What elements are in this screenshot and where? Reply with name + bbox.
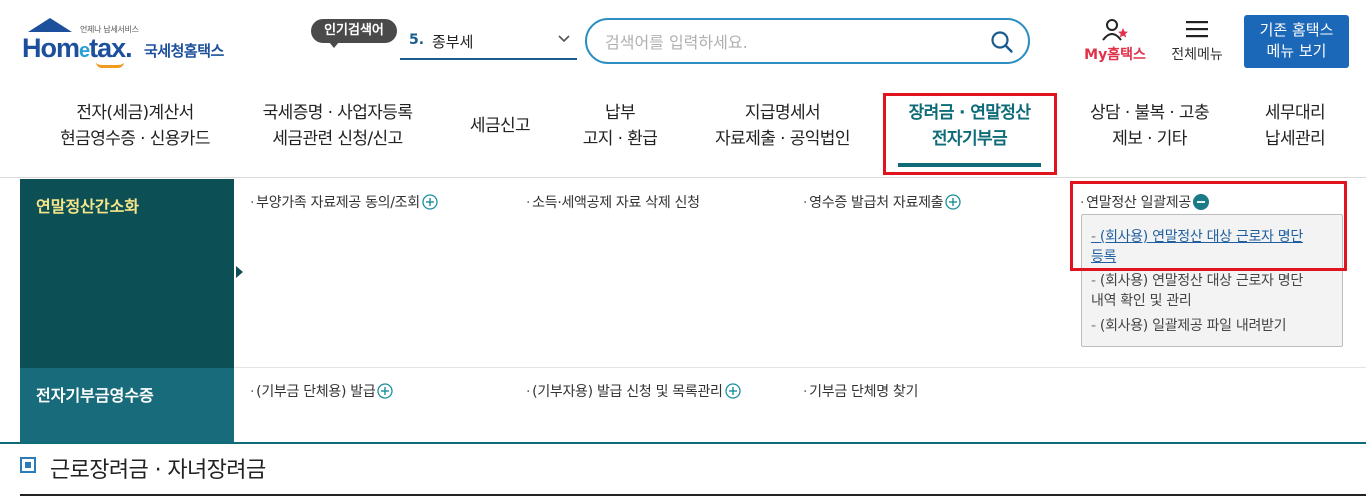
link-donation-issue[interactable]: · (기부금 단체용) 발급 — [250, 381, 394, 401]
link-deduction-delete-request[interactable]: · 소득·세액공제 자료 삭제 신청 — [526, 192, 700, 212]
submenu-item-label: 내역 확인 및 관리 — [1091, 293, 1192, 309]
plus-circle-icon[interactable] — [422, 194, 438, 210]
nav-highlight-box — [883, 93, 1057, 175]
dash: - — [1091, 273, 1100, 289]
logo-swoosh — [96, 62, 124, 68]
bullet: · — [803, 384, 808, 400]
logo-korean-name: 국세청홈택스 — [144, 42, 224, 60]
popular-rank: 5. — [409, 32, 425, 48]
link-label: (기부자용) 발급 신청 및 목록관리 — [532, 384, 723, 400]
plus-circle-icon[interactable] — [724, 383, 741, 399]
nav-item-e-invoice[interactable]: 전자(세금)계산서 현금영수증 · 신용카드 — [40, 100, 230, 160]
bullet: · — [526, 384, 531, 400]
category-e-donation-receipt[interactable]: 전자기부금영수증 — [20, 368, 234, 443]
row-divider — [234, 367, 1366, 368]
submenu-item-label: (회사용) 연말정산 대상 근로자 명단 — [1099, 273, 1303, 289]
search-input[interactable] — [605, 29, 975, 55]
popular-search-badge: 인기검색어 — [311, 19, 397, 48]
submenu-item-verify-employees[interactable]: - (회사용) 연말정산 대상 근로자 명단 내역 확인 및 관리 — [1091, 271, 1303, 311]
nav-item-line1: 전자(세금)계산서 — [76, 103, 194, 123]
bullet: · — [250, 384, 255, 400]
logo-roof-shape — [28, 18, 72, 32]
nav-item-line1: 납부 — [604, 103, 636, 123]
hometax-logo[interactable]: 언제나 납세서비스 Hometax. 국세청홈택스 — [22, 18, 252, 70]
link-label: 소득·세액공제 자료 삭제 신청 — [532, 195, 700, 211]
main-navigation: 전자(세금)계산서 현금영수증 · 신용카드 국세증명 · 사업자등록 세금관련… — [0, 88, 1366, 178]
link-label: 부양가족 자료제공 동의/조회 — [256, 195, 420, 211]
title-square-icon — [20, 457, 36, 473]
nav-item-payment[interactable]: 납부 고지 · 환급 — [565, 100, 675, 160]
link-donor-request-list[interactable]: · (기부자용) 발급 신청 및 목록관리 — [526, 381, 741, 401]
bullet: · — [526, 195, 531, 211]
link-label: 영수증 발급처 자료제출 — [809, 195, 944, 211]
nav-item-line2: 현금영수증 · 신용카드 — [60, 129, 210, 149]
category-yearend-simplified[interactable]: 연말정산간소화 — [20, 179, 234, 368]
submenu-highlight-box — [1070, 181, 1347, 271]
plus-circle-icon[interactable] — [945, 194, 961, 210]
all-menu-label: 전체메뉴 — [1171, 47, 1223, 63]
popular-search-select[interactable]: 5. 종부세 — [400, 24, 577, 60]
old-hometax-menu-button[interactable]: 기존 홈택스 메뉴 보기 — [1244, 15, 1349, 68]
nav-item-consultation[interactable]: 상담 · 불복 · 고충 제보 · 기타 — [1072, 100, 1227, 160]
page-title-text: 근로장려금 · 자녀장려금 — [50, 458, 266, 483]
nav-item-tax-agent[interactable]: 세무대리 납세관리 — [1245, 100, 1345, 160]
nav-item-line1: 세무대리 — [1264, 103, 1326, 123]
bullet: · — [250, 195, 255, 211]
link-receipt-issuer-submit[interactable]: · 영수증 발급처 자료제출 — [803, 192, 961, 212]
site-header: 언제나 납세서비스 Hometax. 국세청홈택스 인기검색어 5. 종부세 M… — [0, 0, 1366, 85]
nav-item-line1: 세금신고 — [469, 116, 531, 136]
search-icon[interactable] — [990, 30, 1014, 54]
bullet: · — [803, 195, 808, 211]
nav-item-payment-statement[interactable]: 지급명세서 자료제출 · 공익법인 — [700, 100, 865, 160]
link-dependent-consent[interactable]: · 부양가족 자료제공 동의/조회 — [250, 192, 438, 212]
submenu-item-label: (회사용) 일괄제공 파일 내려받기 — [1099, 318, 1287, 334]
my-hometax-button[interactable]: My홈택스 — [1078, 18, 1152, 66]
chevron-down-icon — [558, 35, 570, 43]
dash: - — [1091, 318, 1100, 334]
nav-item-line2: 제보 · 기타 — [1112, 129, 1187, 149]
mega-menu-bottom-rule — [0, 442, 1366, 444]
user-star-icon — [1102, 19, 1128, 41]
nav-item-line1: 상담 · 불복 · 고충 — [1089, 103, 1210, 123]
link-label: 기부금 단체명 찾기 — [809, 384, 919, 400]
nav-item-line2: 자료제출 · 공익법인 — [715, 129, 850, 149]
plus-circle-icon[interactable] — [377, 383, 394, 399]
hamburger-menu-icon — [1186, 21, 1208, 38]
my-hometax-label: My홈택스 — [1084, 47, 1146, 63]
logo-wordmark: Hometax. — [22, 33, 133, 63]
search-box — [585, 18, 1030, 64]
link-label: (기부금 단체용) 발급 — [256, 384, 376, 400]
nav-item-certificates[interactable]: 국세증명 · 사업자등록 세금관련 신청/신고 — [240, 100, 435, 160]
old-hometax-line1: 기존 홈택스 — [1259, 21, 1334, 39]
nav-item-line2: 고지 · 환급 — [582, 129, 658, 149]
submenu-item-download-file[interactable]: - (회사용) 일괄제공 파일 내려받기 — [1091, 316, 1287, 336]
link-find-donation-org[interactable]: · 기부금 단체명 찾기 — [803, 381, 918, 401]
nav-item-line2: 세금관련 신청/신고 — [272, 129, 403, 149]
nav-item-tax-filing[interactable]: 세금신고 — [450, 113, 550, 173]
category-arrow-icon — [236, 266, 243, 278]
nav-item-line1: 국세증명 · 사업자등록 — [262, 103, 413, 123]
all-menu-button[interactable]: 전체메뉴 — [1166, 20, 1228, 66]
title-underline — [20, 494, 1366, 496]
nav-item-line2: 납세관리 — [1264, 129, 1326, 149]
nav-item-line1: 지급명세서 — [744, 103, 821, 123]
popular-term: 종부세 — [432, 33, 474, 51]
old-hometax-line2: 메뉴 보기 — [1266, 42, 1327, 60]
